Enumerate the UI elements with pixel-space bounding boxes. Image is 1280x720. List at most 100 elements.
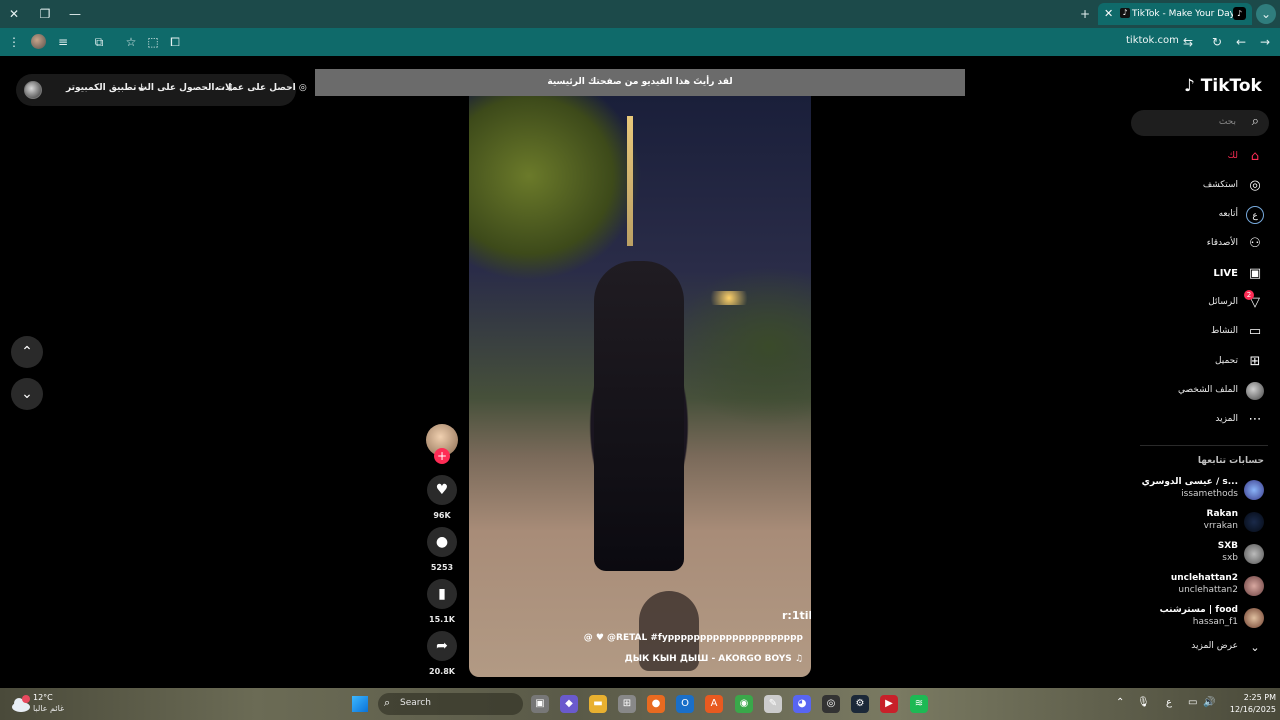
account-name: Rakan: [1206, 509, 1238, 519]
home-icon: ⌂: [1250, 149, 1260, 164]
nav-following[interactable]: أتابعه ع: [1124, 205, 1264, 227]
app-red-icon[interactable]: ▶: [880, 695, 898, 713]
video-author[interactable]: r:1til: [782, 609, 811, 622]
like-button[interactable]: ♥: [427, 475, 457, 505]
reload-icon[interactable]: ↻: [1207, 32, 1227, 52]
tab-close-icon[interactable]: ✕: [1104, 3, 1113, 25]
site-settings-icon[interactable]: ⇆: [1178, 32, 1198, 52]
nav-more[interactable]: المزيد ⋯: [1124, 410, 1264, 432]
chrome-icon[interactable]: ◉: [735, 695, 753, 713]
tab-search-icon[interactable]: ⌄: [1256, 4, 1276, 24]
browser-profile-avatar[interactable]: [31, 34, 46, 49]
media-control-icon[interactable]: ≡: [53, 32, 73, 52]
taskbar-search[interactable]: ⌕ Search: [378, 693, 523, 715]
browser-tab[interactable]: ✕ ♪ TikTok - Make Your Day ♪: [1098, 3, 1252, 25]
browser-tab-bar: ✕ ❐ — + ✕ ♪ TikTok - Make Your Day ♪ ⌄: [0, 0, 1280, 28]
video-description[interactable]: @ ♥ @RETAL #fyppppppppppppppppppppp: [584, 633, 803, 643]
followed-account[interactable]: مسترشنب | food hassan_f1: [1134, 604, 1264, 632]
save-button[interactable]: ▮: [427, 579, 457, 609]
previous-video-button[interactable]: ⌃: [11, 336, 43, 368]
next-video-button[interactable]: ⌄: [11, 378, 43, 410]
search-input[interactable]: بحث: [1219, 117, 1236, 127]
user-avatar[interactable]: [24, 81, 42, 99]
file-explorer-icon[interactable]: ▬: [589, 695, 607, 713]
bookmark-star-icon[interactable]: ☆: [121, 32, 141, 52]
live-icon: ▣: [1248, 266, 1262, 281]
tiktok-logo[interactable]: ♪ TikTok: [1184, 76, 1262, 96]
share-button[interactable]: ➦: [427, 631, 457, 661]
nav-activity[interactable]: النشاط ▭: [1124, 322, 1264, 344]
extensions-icon[interactable]: ⧉: [89, 32, 109, 52]
forward-icon[interactable]: →: [1255, 32, 1275, 52]
like-count: 96K: [433, 511, 451, 520]
nav-for-you[interactable]: لك ⌂: [1124, 147, 1264, 169]
weather-cloud-icon[interactable]: [10, 694, 32, 714]
video-frame-person: [594, 261, 684, 571]
task-view-icon[interactable]: ▣: [531, 695, 549, 713]
nav-friends[interactable]: الأصدقاء ⚇: [1124, 234, 1264, 256]
close-window-icon[interactable]: ✕: [4, 4, 24, 24]
new-tab-icon[interactable]: +: [1075, 4, 1095, 24]
account-handle: issamethods: [1181, 489, 1238, 499]
minimize-window-icon[interactable]: —: [65, 4, 85, 24]
microphone-icon[interactable]: 🎙: [1137, 697, 1150, 708]
firefox-icon[interactable]: ●: [647, 695, 665, 713]
nav-live[interactable]: LIVE ▣: [1124, 264, 1264, 286]
system-clock[interactable]: 2:25 PM 12/16/2025: [1228, 692, 1276, 716]
share-arrow-icon: ➦: [436, 638, 448, 654]
followed-account[interactable]: unclehattan2 unclehattan2: [1134, 572, 1264, 600]
following-section-title: حسابات تتابعها: [1197, 456, 1264, 466]
compass-icon: ◎: [1249, 178, 1261, 193]
account-handle: vrrakan: [1203, 521, 1238, 531]
heart-icon: ♥: [435, 482, 449, 498]
nav-upload[interactable]: تحميل ⊞: [1124, 352, 1264, 374]
steam-icon[interactable]: ⚙: [851, 695, 869, 713]
app-a-icon[interactable]: A: [705, 695, 723, 713]
profile-avatar: [1246, 382, 1264, 400]
volume-icon[interactable]: 🔊: [1203, 697, 1215, 708]
followed-account[interactable]: Rakan vrrakan: [1134, 508, 1264, 536]
nav-messages[interactable]: الرسائل ▽ 2: [1124, 290, 1264, 315]
screenshot-icon[interactable]: ⬚: [143, 32, 163, 52]
tray-chevron-icon[interactable]: ⌃: [1116, 697, 1124, 708]
search-icon[interactable]: ⌕: [1252, 114, 1259, 129]
nav-label: الملف الشخصي: [1178, 385, 1238, 395]
windows-start-icon[interactable]: [352, 696, 368, 712]
comment-button[interactable]: ●: [427, 527, 457, 557]
follow-plus-icon[interactable]: +: [434, 448, 450, 464]
nav-profile[interactable]: الملف الشخصي: [1124, 381, 1264, 403]
followed-account[interactable]: SXB sxb: [1134, 540, 1264, 568]
see-more-button[interactable]: عرض المزيد ⌄: [1134, 640, 1264, 656]
desktop-app-label: تطبيق الكمبيوتر: [66, 83, 137, 93]
app-icon[interactable]: ◎: [822, 695, 840, 713]
read-aloud-icon[interactable]: ⧠: [165, 32, 185, 52]
network-icon[interactable]: ▭: [1188, 697, 1197, 708]
menu-dots-icon[interactable]: ⋮: [4, 32, 24, 52]
get-app-label: الحصول على الت...: [138, 83, 225, 93]
store-icon[interactable]: ⊞: [618, 695, 636, 713]
address-bar[interactable]: tiktok.com: [1126, 35, 1179, 46]
desktop-app-button[interactable]: تطبيق الكمبيوتر ⤓: [66, 83, 144, 93]
restore-window-icon[interactable]: ❐: [35, 4, 55, 24]
get-coins-button[interactable]: احصل على عملات ◎: [216, 83, 307, 93]
comment-icon: ●: [435, 534, 449, 550]
outlook-icon[interactable]: O: [676, 695, 694, 713]
search-box[interactable]: بحث ⌕: [1131, 110, 1269, 136]
nav-label: LIVE: [1213, 268, 1238, 279]
friends-icon: ⚇: [1249, 236, 1261, 251]
messages-badge: 2: [1244, 290, 1254, 300]
search-icon: ⌕: [384, 696, 391, 709]
spotify-icon[interactable]: ≋: [910, 695, 928, 713]
input-language[interactable]: ع: [1166, 697, 1172, 708]
back-icon[interactable]: ←: [1231, 32, 1251, 52]
video-music[interactable]: ДЫК КЫН ДЫШ - AKORGO BOYS ♫: [625, 654, 803, 664]
taskbar-search-label: Search: [400, 698, 431, 708]
sidebar-divider: [1140, 445, 1268, 446]
followed-account[interactable]: عيسى الدوسري / s... issamethods: [1134, 476, 1264, 504]
nav-explore[interactable]: استكشف ◎: [1124, 176, 1264, 198]
discord-icon[interactable]: ◕: [793, 695, 811, 713]
copilot-icon[interactable]: ◆: [560, 695, 578, 713]
video-player[interactable]: r:1til @ ♥ @RETAL #fyppppppppppppppppppp…: [469, 96, 811, 677]
notes-icon[interactable]: ✎: [764, 695, 782, 713]
coin-icon: ◎: [298, 83, 307, 93]
